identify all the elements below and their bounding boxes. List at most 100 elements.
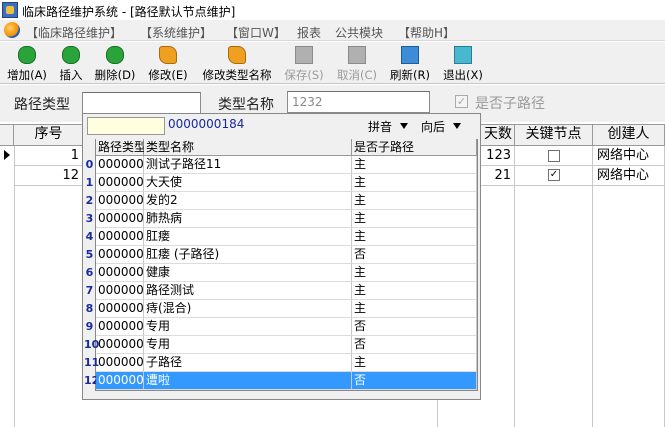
header-key-node[interactable]: 关键节点 xyxy=(515,124,593,146)
menu-help[interactable]: 【帮助H】 xyxy=(398,24,455,41)
dropdown-cell-subpath[interactable]: 主 xyxy=(352,156,477,174)
menu-clinical-path[interactable]: 【临床路径维护】 xyxy=(26,24,122,41)
dropdown-cell-type[interactable]: 000000 xyxy=(96,210,144,228)
grid-line xyxy=(592,146,593,427)
table-cell-creator[interactable]: 网络中心 xyxy=(593,146,665,166)
header-creator[interactable]: 创建人 xyxy=(593,124,665,146)
dropdown-cell-subpath[interactable]: 否 xyxy=(352,318,477,336)
is-subpath-label: 是否子路径 xyxy=(475,96,545,112)
dropdown-cell-type[interactable]: 000000 xyxy=(96,156,144,174)
menu-window[interactable]: 【窗口W】 xyxy=(226,24,286,41)
dropdown-row-number: 11 xyxy=(84,354,99,372)
app-icon xyxy=(2,2,18,18)
dropdown-cell-name[interactable]: 肛瘘 xyxy=(144,228,352,246)
dropdown-cell-name[interactable]: 测试子路径11 xyxy=(144,156,352,174)
dropdown-cell-name[interactable]: 发的2 xyxy=(144,192,352,210)
dropdown-row-number: 10 xyxy=(84,336,99,354)
dropdown-cell-type[interactable]: 000000 xyxy=(96,318,144,336)
dropdown-row-number: 2 xyxy=(84,192,95,210)
save-button[interactable]: 保存(S) xyxy=(282,44,326,82)
dropdown-cell-name[interactable]: 路径测试 xyxy=(144,282,352,300)
header-seq[interactable]: 序号 xyxy=(14,124,84,146)
grid-line xyxy=(514,146,515,427)
path-type-input[interactable] xyxy=(82,92,201,114)
dropdown-header-type[interactable]: 路径类型 xyxy=(96,139,146,156)
dropdown-cell-name[interactable]: 专用 xyxy=(144,318,352,336)
key-node-checkbox[interactable] xyxy=(548,150,560,162)
dropdown-cell-type[interactable]: 000000 xyxy=(96,354,144,372)
is-subpath-checkbox[interactable]: ✓ xyxy=(455,95,468,108)
menu-public-module[interactable]: 公共模块 xyxy=(335,24,383,41)
grid-line xyxy=(14,146,15,427)
refresh-button[interactable]: 刷新(R) xyxy=(388,44,432,82)
dropdown-cell-subpath[interactable]: 主 xyxy=(352,264,477,282)
dropdown-cell-subpath[interactable]: 主 xyxy=(352,210,477,228)
dropdown-row-number: 3 xyxy=(84,210,95,228)
dropdown-cell-type[interactable]: 000000 xyxy=(96,372,144,390)
insert-button[interactable]: 插入 xyxy=(56,44,86,82)
delete-icon xyxy=(106,46,124,64)
exit-button[interactable]: 退出(X) xyxy=(440,44,486,82)
dropdown-row-number: 7 xyxy=(84,282,95,300)
dropdown-cell-subpath[interactable]: 主 xyxy=(352,300,477,318)
dropdown-cell-subpath[interactable]: 主 xyxy=(352,228,477,246)
dropdown-cell-subpath[interactable]: 否 xyxy=(352,246,477,264)
current-row-indicator-icon xyxy=(4,150,10,160)
edit-button[interactable]: 修改(E) xyxy=(146,44,190,82)
save-icon xyxy=(295,46,313,64)
dropdown-row-number: 1 xyxy=(84,174,95,192)
dropdown-cell-type[interactable]: 000000 xyxy=(96,174,144,192)
system-menu-icon[interactable] xyxy=(4,22,20,38)
dropdown-cell-name[interactable]: 专用 xyxy=(144,336,352,354)
edit-type-icon xyxy=(228,46,246,64)
dropdown-cell-type[interactable]: 000000 xyxy=(96,246,144,264)
dropdown-row-number: 0 xyxy=(84,156,95,174)
type-name-input[interactable]: 1232 xyxy=(287,91,430,113)
dropdown-cell-type[interactable]: 000000 xyxy=(96,282,144,300)
dropdown-row-number: 9 xyxy=(84,318,95,336)
dropdown-cell-name[interactable]: 痔(混合) xyxy=(144,300,352,318)
dropdown-cell-subpath[interactable]: 主 xyxy=(352,174,477,192)
add-button[interactable]: 增加(A) xyxy=(4,44,50,82)
edit-icon xyxy=(159,46,177,64)
exit-icon xyxy=(454,46,472,64)
dropdown-cell-type[interactable]: 000000 xyxy=(96,264,144,282)
dropdown-cell-type[interactable]: 000000 xyxy=(96,228,144,246)
window-title: 临床路径维护系统 - [路径默认节点维护] xyxy=(22,5,236,19)
direction-select[interactable]: 向后 xyxy=(421,118,462,135)
dropdown-cell-type[interactable]: 000000 xyxy=(96,336,144,354)
direction-label: 向后 xyxy=(421,120,446,134)
dropdown-row-number: 5 xyxy=(84,246,95,264)
dropdown-cell-subpath[interactable]: 主 xyxy=(352,354,477,372)
type-name-label: 类型名称 xyxy=(218,97,274,113)
dropdown-row-number: 12 xyxy=(84,372,99,390)
dropdown-cell-subpath[interactable]: 主 xyxy=(352,192,477,210)
dropdown-cell-name[interactable]: 肺热病 xyxy=(144,210,352,228)
dropdown-cell-name[interactable]: 子路径 xyxy=(144,354,352,372)
table-cell-seq[interactable]: 1 xyxy=(14,146,84,166)
dropdown-header-subpath[interactable]: 是否子路径 xyxy=(352,139,477,156)
cancel-icon xyxy=(348,46,366,64)
dropdown-cell-name[interactable]: 肛瘘 (子路径) xyxy=(144,246,352,264)
dropdown-cell-subpath[interactable]: 否 xyxy=(352,336,477,354)
dropdown-cell-subpath[interactable]: 否 xyxy=(352,372,477,390)
dropdown-cell-name[interactable]: 健康 xyxy=(144,264,352,282)
dropdown-cell-type[interactable]: 000000 xyxy=(96,192,144,210)
delete-button[interactable]: 删除(D) xyxy=(92,44,138,82)
cancel-button[interactable]: 取消(C) xyxy=(334,44,380,82)
dropdown-header-name[interactable]: 类型名称 xyxy=(144,139,352,156)
table-cell-creator[interactable]: 网络中心 xyxy=(593,166,665,186)
menu-system[interactable]: 【系统维护】 xyxy=(140,24,212,41)
pinyin-select[interactable]: 拼音 xyxy=(368,118,409,135)
key-node-checkbox[interactable]: ✓ xyxy=(548,169,560,181)
dropdown-cell-name[interactable]: 遭啦 xyxy=(144,372,352,390)
dropdown-cell-type[interactable]: 000000 xyxy=(96,300,144,318)
dropdown-cell-name[interactable]: 大天使 xyxy=(144,174,352,192)
dropdown-row-number: 8 xyxy=(84,300,95,318)
menu-reports[interactable]: 报表 xyxy=(297,24,321,41)
table-cell-seq[interactable]: 12 xyxy=(14,166,84,186)
edit-type-name-button[interactable]: 修改类型名称 xyxy=(198,44,276,82)
dropdown-cell-subpath[interactable]: 主 xyxy=(352,282,477,300)
dropdown-code: 0000000184 xyxy=(168,117,245,131)
dropdown-search-input[interactable] xyxy=(87,117,165,135)
